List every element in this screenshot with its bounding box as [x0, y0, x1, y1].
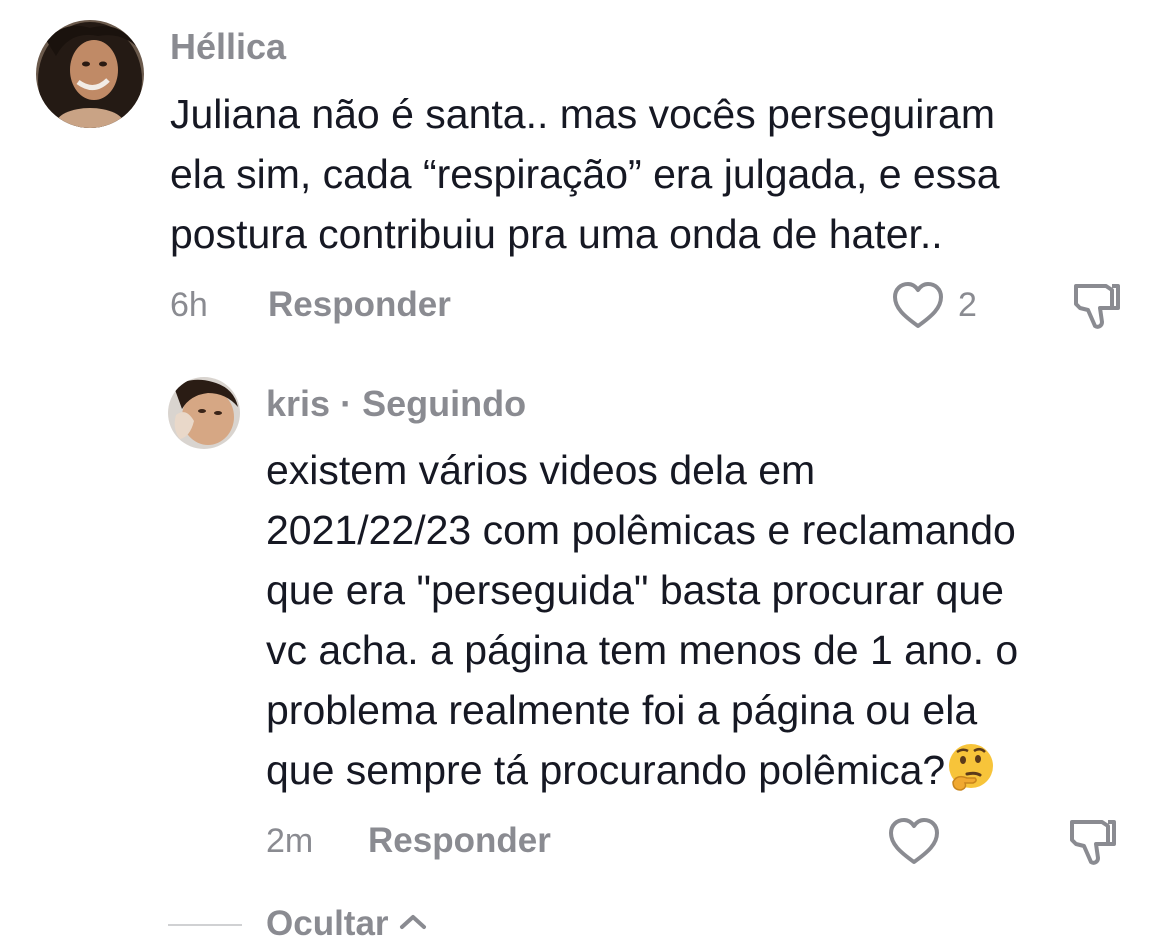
comment-reply-button[interactable]: Responder [268, 285, 451, 325]
thinking-face-emoji [949, 744, 994, 791]
author-separator: · [340, 383, 353, 424]
comment-dislike-button[interactable] [1068, 278, 1126, 332]
reply-text-block: existem vários videos dela em 2021/22/23… [266, 440, 1166, 800]
comment-like-button[interactable] [890, 280, 946, 332]
comment-like-count: 2 [958, 286, 977, 324]
reply-author-line: kris · Seguindo [266, 383, 526, 425]
hide-replies-label: Ocultar [266, 904, 389, 943]
comment-timestamp: 6h [170, 286, 208, 324]
thumbs-down-icon [1070, 820, 1116, 865]
thumbs-down-icon [1074, 284, 1120, 329]
avatar-hellica[interactable] [36, 20, 144, 128]
reply-text: existem vários videos dela em 2021/22/23… [266, 447, 1019, 793]
reply-like-button[interactable] [886, 816, 942, 868]
heart-outline-icon [893, 282, 943, 328]
reply-author[interactable]: kris [266, 383, 330, 424]
comment-text: Juliana não é santa.. mas vocês persegui… [170, 91, 1000, 257]
reply-dislike-button[interactable] [1064, 814, 1122, 868]
reply-timestamp: 2m [266, 822, 314, 860]
heart-outline-icon [889, 818, 939, 864]
comment-author[interactable]: Héllica [170, 26, 286, 68]
reply-reply-button[interactable]: Responder [368, 821, 551, 861]
replies-divider [168, 924, 242, 926]
hide-replies-button[interactable]: Ocultar [266, 904, 428, 944]
chevron-up-icon [400, 915, 427, 929]
following-status: Seguindo [362, 383, 527, 424]
avatar-kris[interactable] [168, 377, 240, 449]
